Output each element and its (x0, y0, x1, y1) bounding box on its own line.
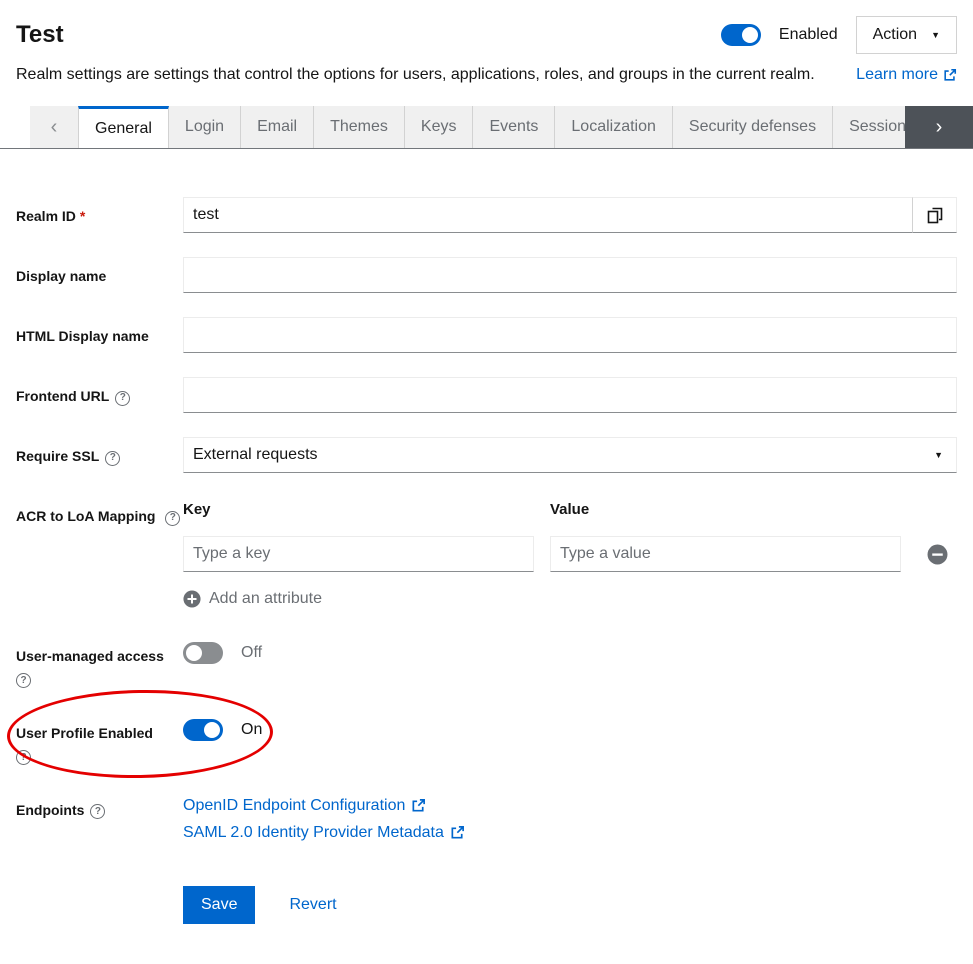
help-icon[interactable]: ? (105, 451, 120, 466)
page-title: Test (16, 21, 64, 49)
tab-email[interactable]: Email (241, 106, 314, 148)
help-icon[interactable]: ? (16, 673, 31, 688)
add-attribute-button[interactable]: Add an attribute (183, 590, 322, 608)
display-name-row: Display name (16, 257, 957, 293)
tab-list: General Login Email Themes Keys Events L… (78, 106, 905, 148)
chevron-right-icon: › (936, 116, 943, 138)
page-header: Test Enabled Action ▼ Realm settings are… (0, 0, 973, 86)
learn-more-link[interactable]: Learn more (856, 66, 957, 84)
acr-to-loa-row: ACR to LoA Mapping ? Key Value Add an at… (16, 497, 957, 613)
help-icon[interactable]: ? (16, 750, 31, 765)
tab-events[interactable]: Events (473, 106, 555, 148)
realm-enabled-label: Enabled (779, 26, 838, 44)
remove-attribute-button[interactable] (917, 544, 957, 565)
tab-localization[interactable]: Localization (555, 106, 673, 148)
tab-login[interactable]: Login (169, 106, 241, 148)
external-link-icon (943, 68, 957, 82)
tab-bar-left-spacer (0, 106, 30, 148)
tab-label: Localization (571, 118, 656, 136)
tab-general[interactable]: General (78, 106, 169, 148)
help-icon[interactable]: ? (115, 391, 130, 406)
require-ssl-selected-value: External requests (193, 446, 318, 464)
acr-value-input[interactable] (550, 536, 901, 572)
html-display-name-label: HTML Display name (16, 317, 183, 353)
display-name-input[interactable] (183, 257, 957, 293)
tab-label: Login (185, 118, 224, 136)
tab-label: General (95, 120, 152, 138)
toggle-knob (186, 645, 202, 661)
openid-endpoint-configuration-link[interactable]: OpenID Endpoint Configuration (183, 797, 426, 815)
plus-circle-icon (183, 590, 201, 608)
revert-button[interactable]: Revert (289, 896, 336, 914)
general-settings-form: Realm ID* Display name HTML Display name… (0, 149, 973, 964)
tab-label: Sessions (849, 118, 905, 136)
help-icon[interactable]: ? (90, 804, 105, 819)
saml-identity-provider-metadata-link[interactable]: SAML 2.0 Identity Provider Metadata (183, 824, 465, 842)
html-display-name-row: HTML Display name (16, 317, 957, 353)
tab-label: Email (257, 118, 297, 136)
realm-id-label: Realm ID* (16, 197, 183, 233)
action-dropdown-label: Action (873, 26, 917, 44)
tabs-scroll-right-button[interactable]: › (905, 106, 973, 148)
user-managed-access-label: User-managed access ? (16, 637, 183, 690)
user-profile-enabled-state: On (241, 721, 262, 739)
realm-settings-description: Realm settings are settings that control… (16, 64, 815, 86)
required-marker: * (80, 208, 85, 224)
caret-down-icon: ▼ (934, 451, 943, 460)
minus-circle-icon (927, 544, 948, 565)
endpoints-label: Endpoints? (16, 791, 183, 842)
require-ssl-label: Require SSL? (16, 437, 183, 473)
value-column-header: Value (550, 497, 901, 518)
user-profile-enabled-row: User Profile Enabled ? On (16, 714, 957, 767)
caret-down-icon: ▼ (931, 31, 940, 40)
external-link-icon (411, 798, 426, 813)
tab-label: Keys (421, 118, 457, 136)
user-managed-access-state: Off (241, 644, 262, 662)
tab-sessions[interactable]: Sessions (833, 106, 905, 148)
display-name-label: Display name (16, 257, 183, 293)
user-profile-enabled-label: User Profile Enabled ? (16, 714, 183, 767)
add-attribute-label: Add an attribute (209, 590, 322, 608)
realm-enabled-toggle[interactable] (721, 24, 761, 46)
user-managed-access-row: User-managed access ? Off (16, 637, 957, 690)
acr-to-loa-label: ACR to LoA Mapping ? (16, 497, 183, 613)
tabs-scroll-left-button[interactable]: ‹ (30, 106, 78, 148)
tab-label: Events (489, 118, 538, 136)
realm-id-input[interactable] (183, 197, 912, 233)
save-button[interactable]: Save (183, 886, 255, 924)
key-column-header: Key (183, 497, 534, 518)
tab-security-defenses[interactable]: Security defenses (673, 106, 833, 148)
form-actions: Save Revert (16, 886, 957, 924)
tab-label: Security defenses (689, 118, 816, 136)
user-profile-enabled-toggle[interactable] (183, 719, 223, 741)
endpoints-row: Endpoints? OpenID Endpoint Configuration… (16, 791, 957, 842)
user-managed-access-toggle[interactable] (183, 642, 223, 664)
frontend-url-input[interactable] (183, 377, 957, 413)
frontend-url-label: Frontend URL? (16, 377, 183, 413)
learn-more-label: Learn more (856, 66, 938, 84)
tab-keys[interactable]: Keys (405, 106, 474, 148)
require-ssl-row: Require SSL? External requests ▼ (16, 437, 957, 473)
require-ssl-select[interactable]: External requests ▼ (183, 437, 957, 473)
toggle-knob (204, 722, 220, 738)
chevron-left-icon: ‹ (51, 116, 58, 138)
external-link-icon (450, 825, 465, 840)
frontend-url-row: Frontend URL? (16, 377, 957, 413)
copy-icon (927, 207, 943, 224)
acr-key-input[interactable] (183, 536, 534, 572)
action-dropdown-button[interactable]: Action ▼ (856, 16, 957, 54)
copy-to-clipboard-button[interactable] (912, 197, 957, 233)
help-icon[interactable]: ? (165, 511, 180, 526)
toggle-knob (742, 27, 758, 43)
tab-label: Themes (330, 118, 388, 136)
html-display-name-input[interactable] (183, 317, 957, 353)
tab-bar: ‹ General Login Email Themes Keys Events… (0, 106, 973, 149)
realm-id-row: Realm ID* (16, 197, 957, 233)
tab-themes[interactable]: Themes (314, 106, 405, 148)
